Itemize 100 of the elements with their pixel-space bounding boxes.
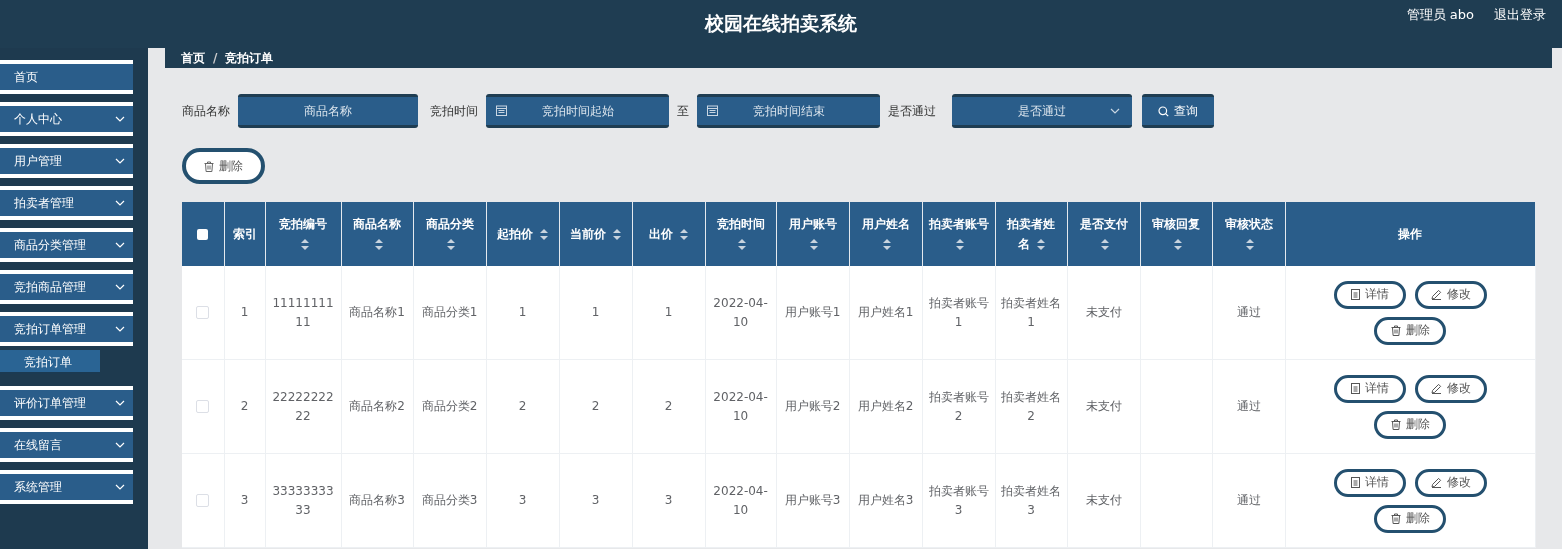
search-icon (1158, 105, 1169, 117)
delete-button[interactable]: 删除 (1374, 316, 1447, 345)
sidebar-item[interactable]: 评价订单管理 (0, 386, 133, 420)
sidebar-item[interactable]: 竞拍商品管理 (0, 270, 133, 304)
edit-button[interactable]: 修改 (1414, 374, 1487, 403)
detail-button[interactable]: 详情 (1333, 280, 1406, 309)
sidebar-item[interactable]: 在线留言 (0, 428, 133, 462)
document-icon (1350, 383, 1360, 394)
row-checkbox[interactable] (196, 306, 210, 319)
app-title: 校园在线拍卖系统 (705, 11, 857, 36)
table-cell: 拍卖者姓名3 (995, 453, 1068, 548)
table-cell: 3 (632, 453, 706, 548)
filter-label: 是否通过 (888, 102, 936, 120)
column-header[interactable]: 竞拍编号 (265, 202, 341, 266)
table-cell: 商品分类1 (413, 266, 487, 360)
table-cell: 3 (224, 453, 265, 548)
table-cell: 2 (559, 359, 633, 454)
sidebar-item[interactable]: 系统管理 (0, 470, 133, 504)
column-header[interactable]: 当前价 (559, 202, 633, 266)
breadcrumb-link[interactable]: 首页 (181, 49, 205, 67)
table-cell: 2222222222 (265, 359, 341, 454)
column-header[interactable]: 审核状态 (1212, 202, 1286, 266)
column-header[interactable]: 竞拍时间 (705, 202, 777, 266)
column-header[interactable]: 起拍价 (486, 202, 560, 266)
sidebar-item[interactable]: 拍卖者管理 (0, 186, 133, 220)
column-header[interactable]: 用户账号 (776, 202, 850, 266)
filter-label: 竞拍时间 (430, 102, 478, 120)
delete-button[interactable]: 删除 (182, 148, 265, 184)
search-button[interactable]: 查询 (1142, 94, 1214, 128)
breadcrumb-separator: / (213, 51, 218, 65)
table-cell: 2022-04-10 (705, 359, 777, 454)
trash-icon (1390, 325, 1401, 336)
table-cell: 通过 (1212, 359, 1286, 454)
breadcrumb-link[interactable]: 竞拍订单 (225, 49, 274, 67)
date-field[interactable]: 竞拍时间结束 (697, 94, 880, 128)
table-cell: 1 (559, 266, 633, 360)
select-field[interactable]: 是否通过 (952, 94, 1132, 128)
user-name: 管理员 abo (1406, 6, 1474, 24)
sidebar-subitem[interactable]: 竞拍订单 (0, 350, 100, 374)
detail-button[interactable]: 详情 (1333, 374, 1406, 403)
column-header[interactable]: 拍卖者姓名 (995, 202, 1068, 266)
table-cell: 用户账号3 (776, 453, 850, 548)
table-cell: 拍卖者姓名2 (995, 359, 1068, 454)
sidebar-item[interactable]: 商品分类管理 (0, 228, 133, 262)
calendar-icon (707, 105, 718, 116)
delete-button[interactable]: 删除 (1374, 504, 1447, 533)
table-cell: 商品名称1 (341, 266, 414, 360)
pencil-icon (1430, 477, 1442, 488)
table-cell: 拍卖者姓名1 (995, 266, 1068, 360)
pencil-icon (1430, 289, 1442, 300)
detail-button[interactable]: 详情 (1333, 468, 1406, 497)
filter-label: 至 (677, 102, 689, 120)
table-cell: 拍卖者账号1 (922, 266, 996, 360)
table-cell: 用户账号2 (776, 359, 850, 454)
column-header[interactable]: 商品名称 (341, 202, 414, 266)
filter-label: 商品名称 (182, 102, 230, 120)
table-cell: 未支付 (1067, 266, 1141, 360)
table-cell: 1111111111 (265, 266, 341, 360)
column-header[interactable]: 商品分类 (413, 202, 487, 266)
table-cell: 用户姓名1 (849, 266, 923, 360)
column-header[interactable]: 索引 (224, 202, 265, 266)
column-header[interactable]: 拍卖者账号 (922, 202, 996, 266)
column-header[interactable]: 出价 (632, 202, 706, 266)
table-cell: 1 (224, 266, 265, 360)
document-icon (1350, 289, 1360, 300)
table-cell: 商品名称3 (341, 453, 414, 548)
edit-button[interactable]: 修改 (1414, 280, 1487, 309)
select-all-checkbox[interactable] (197, 229, 209, 240)
table-cell: 商品分类2 (413, 359, 487, 454)
table-cell: 用户姓名3 (849, 453, 923, 548)
table-cell: 3333333333 (265, 453, 341, 548)
edit-button[interactable]: 修改 (1414, 468, 1487, 497)
table-cell: 2 (632, 359, 706, 454)
trash-icon (1390, 513, 1401, 524)
date-field[interactable]: 竞拍时间起始 (486, 94, 669, 128)
sidebar-item[interactable]: 用户管理 (0, 144, 133, 178)
delete-button[interactable]: 删除 (1374, 410, 1447, 439)
sidebar-item[interactable]: 个人中心 (0, 102, 133, 136)
column-header[interactable]: 用户姓名 (849, 202, 923, 266)
row-checkbox[interactable] (196, 494, 210, 507)
sidebar-item[interactable]: 首页 (0, 60, 133, 94)
logout-link[interactable]: 退出登录 (1494, 6, 1546, 24)
column-header[interactable]: 是否支付 (1067, 202, 1141, 266)
table-cell: 通过 (1212, 266, 1286, 360)
table-cell: 1 (632, 266, 706, 360)
table-cell: 商品名称2 (341, 359, 414, 454)
table-cell: 用户账号1 (776, 266, 850, 360)
table-cell: 2022-04-10 (705, 266, 777, 360)
table-cell: 通过 (1212, 453, 1286, 548)
text-field[interactable]: 商品名称 (238, 94, 418, 128)
trash-icon (1390, 419, 1401, 430)
column-header[interactable]: 审核回复 (1140, 202, 1213, 266)
column-header[interactable]: 操作 (1285, 202, 1536, 266)
sidebar-item[interactable]: 竞拍订单管理 (0, 312, 133, 346)
pencil-icon (1430, 383, 1442, 394)
table-cell: 未支付 (1067, 359, 1141, 454)
table-cell: 商品分类3 (413, 453, 487, 548)
row-checkbox[interactable] (196, 400, 210, 413)
table-cell: 拍卖者账号2 (922, 359, 996, 454)
table-cell: 拍卖者账号3 (922, 453, 996, 548)
